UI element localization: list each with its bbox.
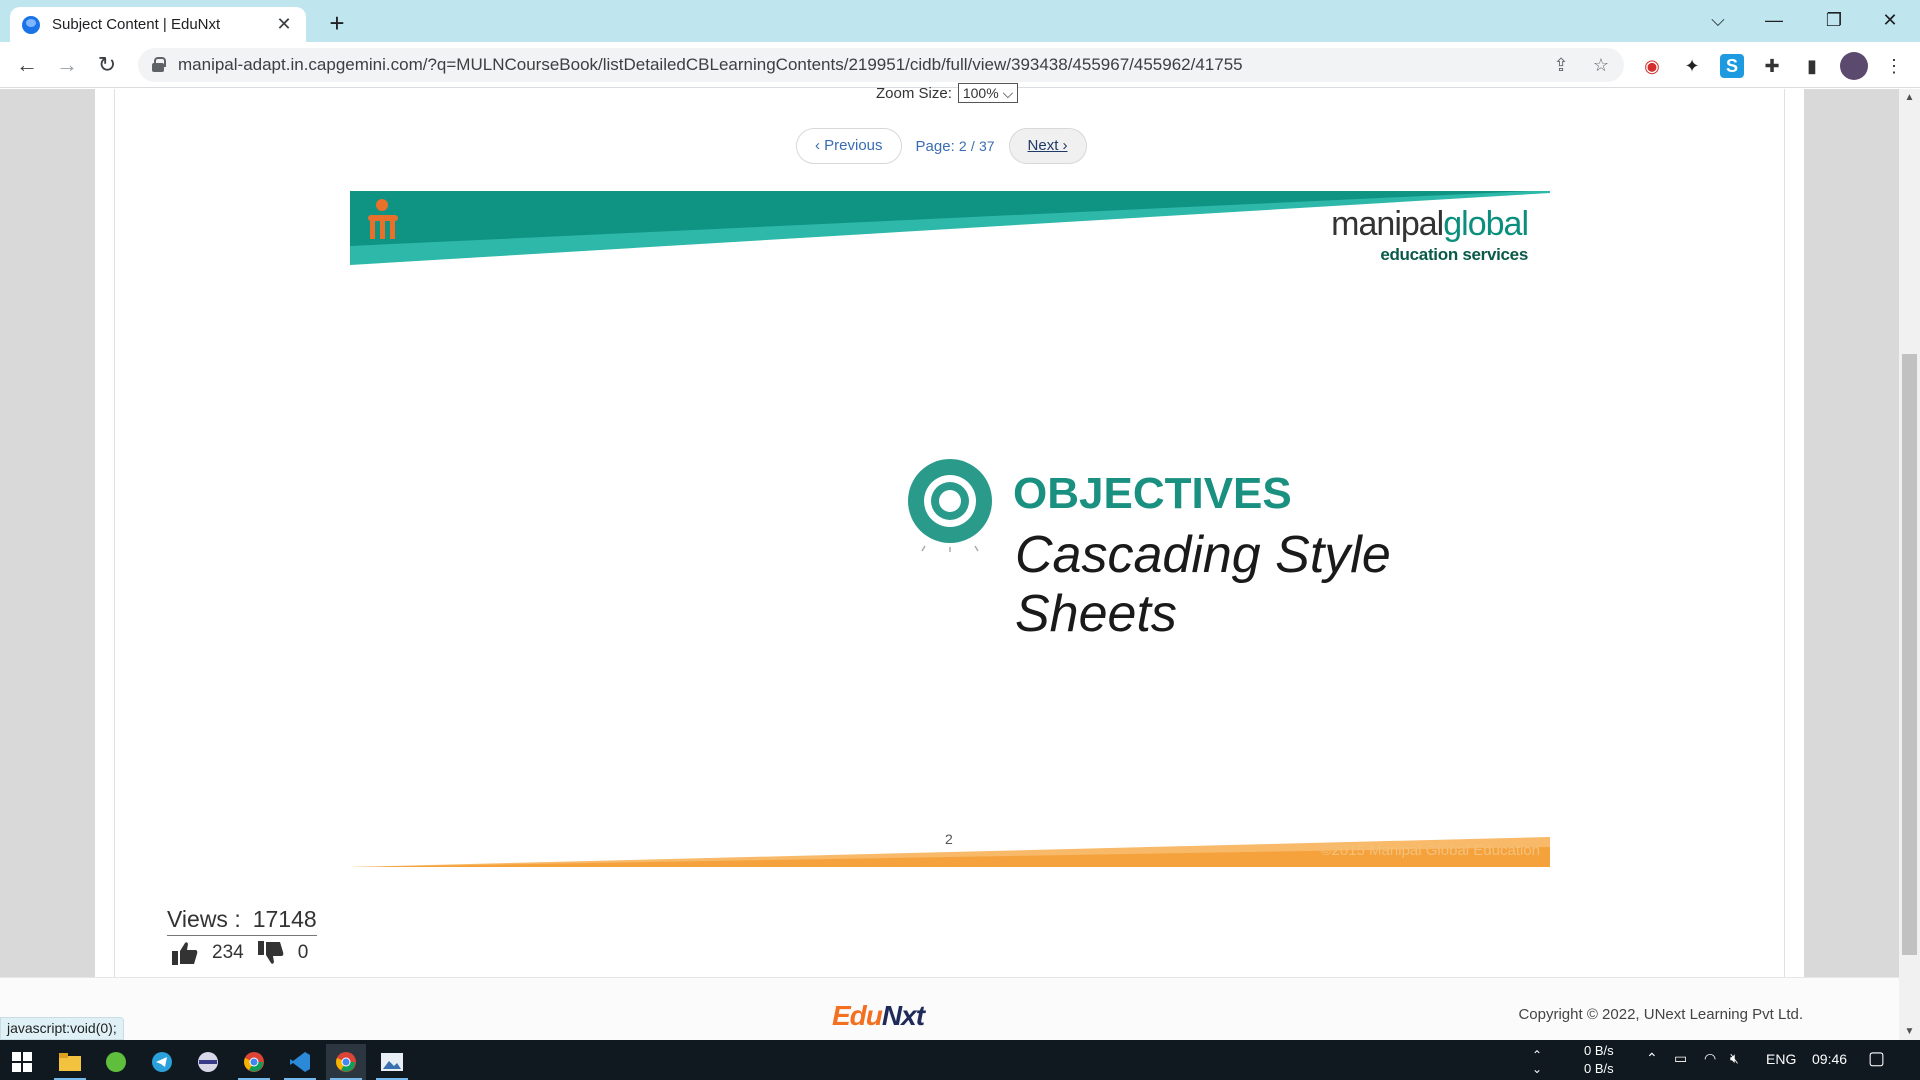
- slide: manipalglobal education services OBJECTI…: [350, 191, 1550, 867]
- share-icon[interactable]: ⇪: [1550, 54, 1572, 76]
- slide-heading: OBJECTIVES: [1013, 469, 1292, 518]
- page-indicator: Page: 2 / 37: [916, 138, 995, 155]
- minimize-button[interactable]: —: [1746, 4, 1802, 36]
- slide-subtitle: Cascading Style Sheets: [1015, 526, 1391, 643]
- menu-kebab-icon[interactable]: ⋮: [1882, 54, 1906, 78]
- tab-search-chevron-icon[interactable]: ⌵: [1690, 4, 1746, 36]
- logo-part-edu: Edu: [832, 1000, 883, 1031]
- page-separator: /: [970, 137, 975, 154]
- status-bar-url: javascript:void(0);: [0, 1017, 124, 1040]
- profile-avatar[interactable]: [1840, 52, 1868, 80]
- puzzle-extensions-icon[interactable]: ✚: [1760, 54, 1784, 78]
- views-value: 17148: [252, 906, 317, 932]
- tray-chevron-down-icon[interactable]: ⌄: [1532, 1062, 1542, 1076]
- site-footer: EduNxt Copyright © 2022, UNext Learning …: [0, 977, 1899, 1040]
- windows-start-icon[interactable]: [2, 1044, 42, 1080]
- dislikes-count: 0: [297, 942, 309, 963]
- target-icon: [908, 459, 992, 552]
- divider: [114, 89, 115, 977]
- page-current: 2: [958, 137, 967, 154]
- browser-toolbar: ← → ↻ manipal-adapt.in.capgemini.com/?q=…: [0, 42, 1920, 88]
- url-text[interactable]: manipal-adapt.in.capgemini.com/?q=MULNCo…: [178, 55, 1243, 75]
- previous-button[interactable]: ‹ Previous: [796, 128, 902, 164]
- chevron-down-icon: ⌵: [1002, 85, 1014, 101]
- brand-wordmark: manipalglobal: [1331, 205, 1529, 244]
- windows-taskbar: ⌃ ⌄ 0 B/s 0 B/s ⌃ ▭ ◠ 🔇︎ ENG 09:46 ▢: [0, 1040, 1920, 1080]
- tray-overflow-chevron-icon[interactable]: ⌃: [1532, 1048, 1542, 1062]
- volume-muted-icon[interactable]: 🔇︎: [1730, 1050, 1739, 1067]
- net-upload-speed: 0 B/s: [1584, 1043, 1614, 1058]
- zoom-value: 100%: [962, 85, 999, 101]
- vscode-icon[interactable]: [280, 1044, 320, 1080]
- browser-tab-bar: Subject Content | EduNxt ✕ + ⌵ — ❐ ✕: [0, 0, 1920, 42]
- views-label: Views :: [167, 906, 241, 932]
- logo-part-n: N: [881, 1000, 902, 1031]
- telegram-icon[interactable]: [142, 1044, 182, 1080]
- page-total: 37: [978, 137, 995, 154]
- chrome-profile-icon[interactable]: [326, 1044, 366, 1080]
- net-download-speed: 0 B/s: [1584, 1061, 1614, 1076]
- views-counter: Views : 17148: [167, 906, 317, 936]
- brand-tagline: education services: [1380, 245, 1528, 264]
- zoom-control: Zoom Size: 100% ⌵: [876, 83, 1019, 103]
- restore-button[interactable]: ❐: [1806, 4, 1862, 36]
- file-explorer-icon[interactable]: [50, 1044, 90, 1080]
- wifi-icon[interactable]: ◠: [1704, 1050, 1716, 1067]
- thumbs-down-icon[interactable]: [257, 941, 284, 965]
- language-indicator[interactable]: ENG: [1766, 1051, 1796, 1067]
- notifications-icon[interactable]: ▢: [1868, 1048, 1885, 1069]
- page-viewport: Zoom Size: 100% ⌵ ‹ Previous Page: 2 / 3…: [0, 83, 1920, 1040]
- thumbs-up-icon[interactable]: [172, 941, 198, 965]
- tab-close-icon[interactable]: ✕: [274, 14, 294, 35]
- next-button[interactable]: Next ›: [1008, 128, 1087, 164]
- slide-copyright: ©2015 Manipal Global Education: [1320, 842, 1540, 859]
- chrome-icon[interactable]: [234, 1044, 274, 1080]
- tray-up-chevron-icon[interactable]: ⌃: [1646, 1050, 1658, 1067]
- edunxt-favicon-icon: [22, 15, 40, 34]
- pagination: ‹ Previous Page: 2 / 37 Next ›: [796, 128, 1087, 164]
- back-arrow-icon[interactable]: ←: [12, 50, 42, 80]
- bookmark-star-icon[interactable]: ☆: [1590, 54, 1612, 76]
- battery-icon[interactable]: ▭: [1674, 1050, 1687, 1067]
- scrollbar-thumb[interactable]: [1902, 354, 1917, 955]
- tab-title: Subject Content | EduNxt: [52, 16, 221, 33]
- pocket-extension-icon[interactable]: ◉: [1640, 54, 1664, 78]
- logo-part-xt: xt: [901, 1000, 925, 1031]
- footer-copyright: Copyright © 2022, UNext Learning Pvt Ltd…: [1518, 1006, 1803, 1023]
- s-extension-icon[interactable]: S: [1720, 54, 1744, 78]
- page-scrollbar[interactable]: ▲ ▼: [1899, 89, 1920, 1040]
- brand-part-b: global: [1443, 205, 1529, 243]
- photo-viewer-icon[interactable]: [372, 1044, 412, 1080]
- slide-number: 2: [945, 831, 953, 847]
- side-panel-icon[interactable]: ▮: [1800, 54, 1824, 78]
- brand-part-a: manipal: [1331, 205, 1444, 243]
- page-label: Page:: [915, 137, 955, 155]
- edunxt-logo: EduNxt: [832, 1000, 925, 1032]
- scroll-up-arrow-icon[interactable]: ▲: [1899, 89, 1920, 106]
- close-window-button[interactable]: ✕: [1862, 4, 1918, 36]
- scroll-down-arrow-icon[interactable]: ▼: [1899, 1023, 1920, 1040]
- browser-tab[interactable]: Subject Content | EduNxt ✕: [10, 7, 306, 42]
- app-globe-icon[interactable]: [188, 1044, 228, 1080]
- new-tab-button[interactable]: +: [322, 8, 352, 39]
- lock-icon: [152, 57, 166, 72]
- address-bar[interactable]: manipal-adapt.in.capgemini.com/?q=MULNCo…: [138, 48, 1624, 82]
- forward-arrow-icon[interactable]: →: [52, 50, 82, 80]
- likes-count: 234: [212, 942, 244, 963]
- reload-icon[interactable]: ↻: [92, 50, 122, 80]
- divider: [1784, 89, 1785, 977]
- clock[interactable]: 09:46: [1812, 1051, 1847, 1067]
- app-green-icon[interactable]: [96, 1044, 136, 1080]
- zoom-label: Zoom Size:: [876, 84, 952, 102]
- extension-cat-icon[interactable]: ✦: [1680, 54, 1704, 78]
- rating-bar: 234 0: [172, 941, 322, 965]
- zoom-select[interactable]: 100% ⌵: [957, 83, 1019, 103]
